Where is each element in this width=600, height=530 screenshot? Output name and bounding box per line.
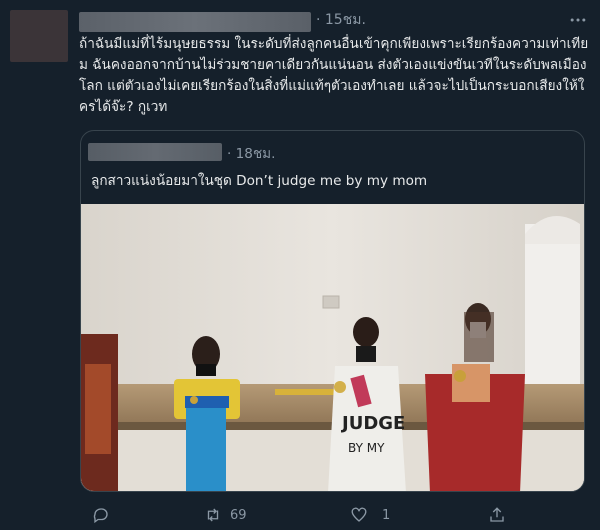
quoted-tweet-timestamp[interactable]: · 18ชม. — [227, 142, 275, 164]
retweet-count: 69 — [230, 507, 247, 523]
quoted-author-name-redacted[interactable] — [88, 143, 222, 161]
author-name-redacted[interactable] — [79, 12, 311, 32]
photo-illustration: JUDGE BY MY — [81, 204, 584, 491]
heart-icon — [351, 507, 367, 522]
reply-button[interactable] — [92, 506, 110, 524]
quoted-tweet[interactable]: · 18ชม. ลูกสาวแน่งน้อยมาในชุด Don’t judg… — [80, 130, 585, 492]
share-button[interactable] — [488, 506, 506, 524]
quoted-tweet-photo[interactable]: JUDGE BY MY — [81, 204, 584, 491]
tweet-actions: 69 1 — [0, 500, 600, 530]
avatar[interactable] — [10, 10, 68, 62]
retweet-button[interactable]: 69 — [204, 506, 247, 524]
tweet-timestamp[interactable]: · 15ชม. — [316, 10, 366, 30]
tweet[interactable]: · 15ชม. ถ้าฉันมีแม่ที่ไร้มนุษยธรรม ในระด… — [0, 0, 600, 530]
quoted-tweet-text: ลูกสาวแน่งน้อยมาในชุด Don’t judge me by … — [91, 173, 428, 189]
more-options-icon[interactable] — [566, 10, 590, 30]
share-icon — [490, 507, 504, 522]
like-count: 1 — [382, 507, 391, 523]
svg-text:BY MY: BY MY — [348, 441, 385, 455]
tweet-body-text: ถ้าฉันมีแม่ที่ไร้มนุษยธรรม ในระดับที่ส่ง… — [79, 36, 589, 115]
like-button[interactable]: 1 — [350, 506, 390, 524]
reply-icon — [93, 508, 108, 524]
retweet-icon — [207, 508, 219, 522]
svg-text:JUDGE: JUDGE — [340, 413, 405, 434]
